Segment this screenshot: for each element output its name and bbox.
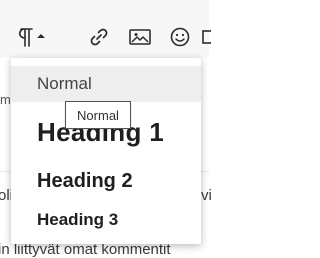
document-text-fragment: m	[0, 92, 11, 107]
link-icon	[90, 28, 108, 46]
emoji-icon	[170, 27, 190, 47]
dropdown-item-label: Heading 2	[37, 169, 133, 192]
dropdown-item-normal[interactable]: Normal	[11, 66, 201, 102]
insert-link-button[interactable]	[86, 22, 112, 52]
document-text-fragment: vi	[201, 187, 212, 204]
dropdown-item-label: Heading 3	[37, 210, 119, 229]
tooltip: Normal	[65, 101, 131, 129]
dropdown-item-heading-3[interactable]: Heading 3	[11, 204, 201, 236]
insert-emoji-button[interactable]	[167, 22, 193, 52]
partial-toolbar-icon	[202, 30, 211, 44]
paragraph-style-button[interactable]	[11, 22, 51, 52]
more-tools-button[interactable]	[201, 22, 211, 52]
caret-down-icon	[37, 34, 45, 38]
editor-toolbar	[0, 0, 211, 59]
image-icon	[129, 29, 151, 45]
dropdown-item-heading-2[interactable]: Heading 2	[11, 164, 201, 198]
insert-image-button[interactable]	[126, 22, 154, 52]
dropdown-item-label: Normal	[37, 74, 92, 93]
paragraph-style-dropdown: Normal Heading 1 Heading 2 Heading 3	[11, 58, 201, 244]
pilcrow-icon	[18, 28, 45, 47]
